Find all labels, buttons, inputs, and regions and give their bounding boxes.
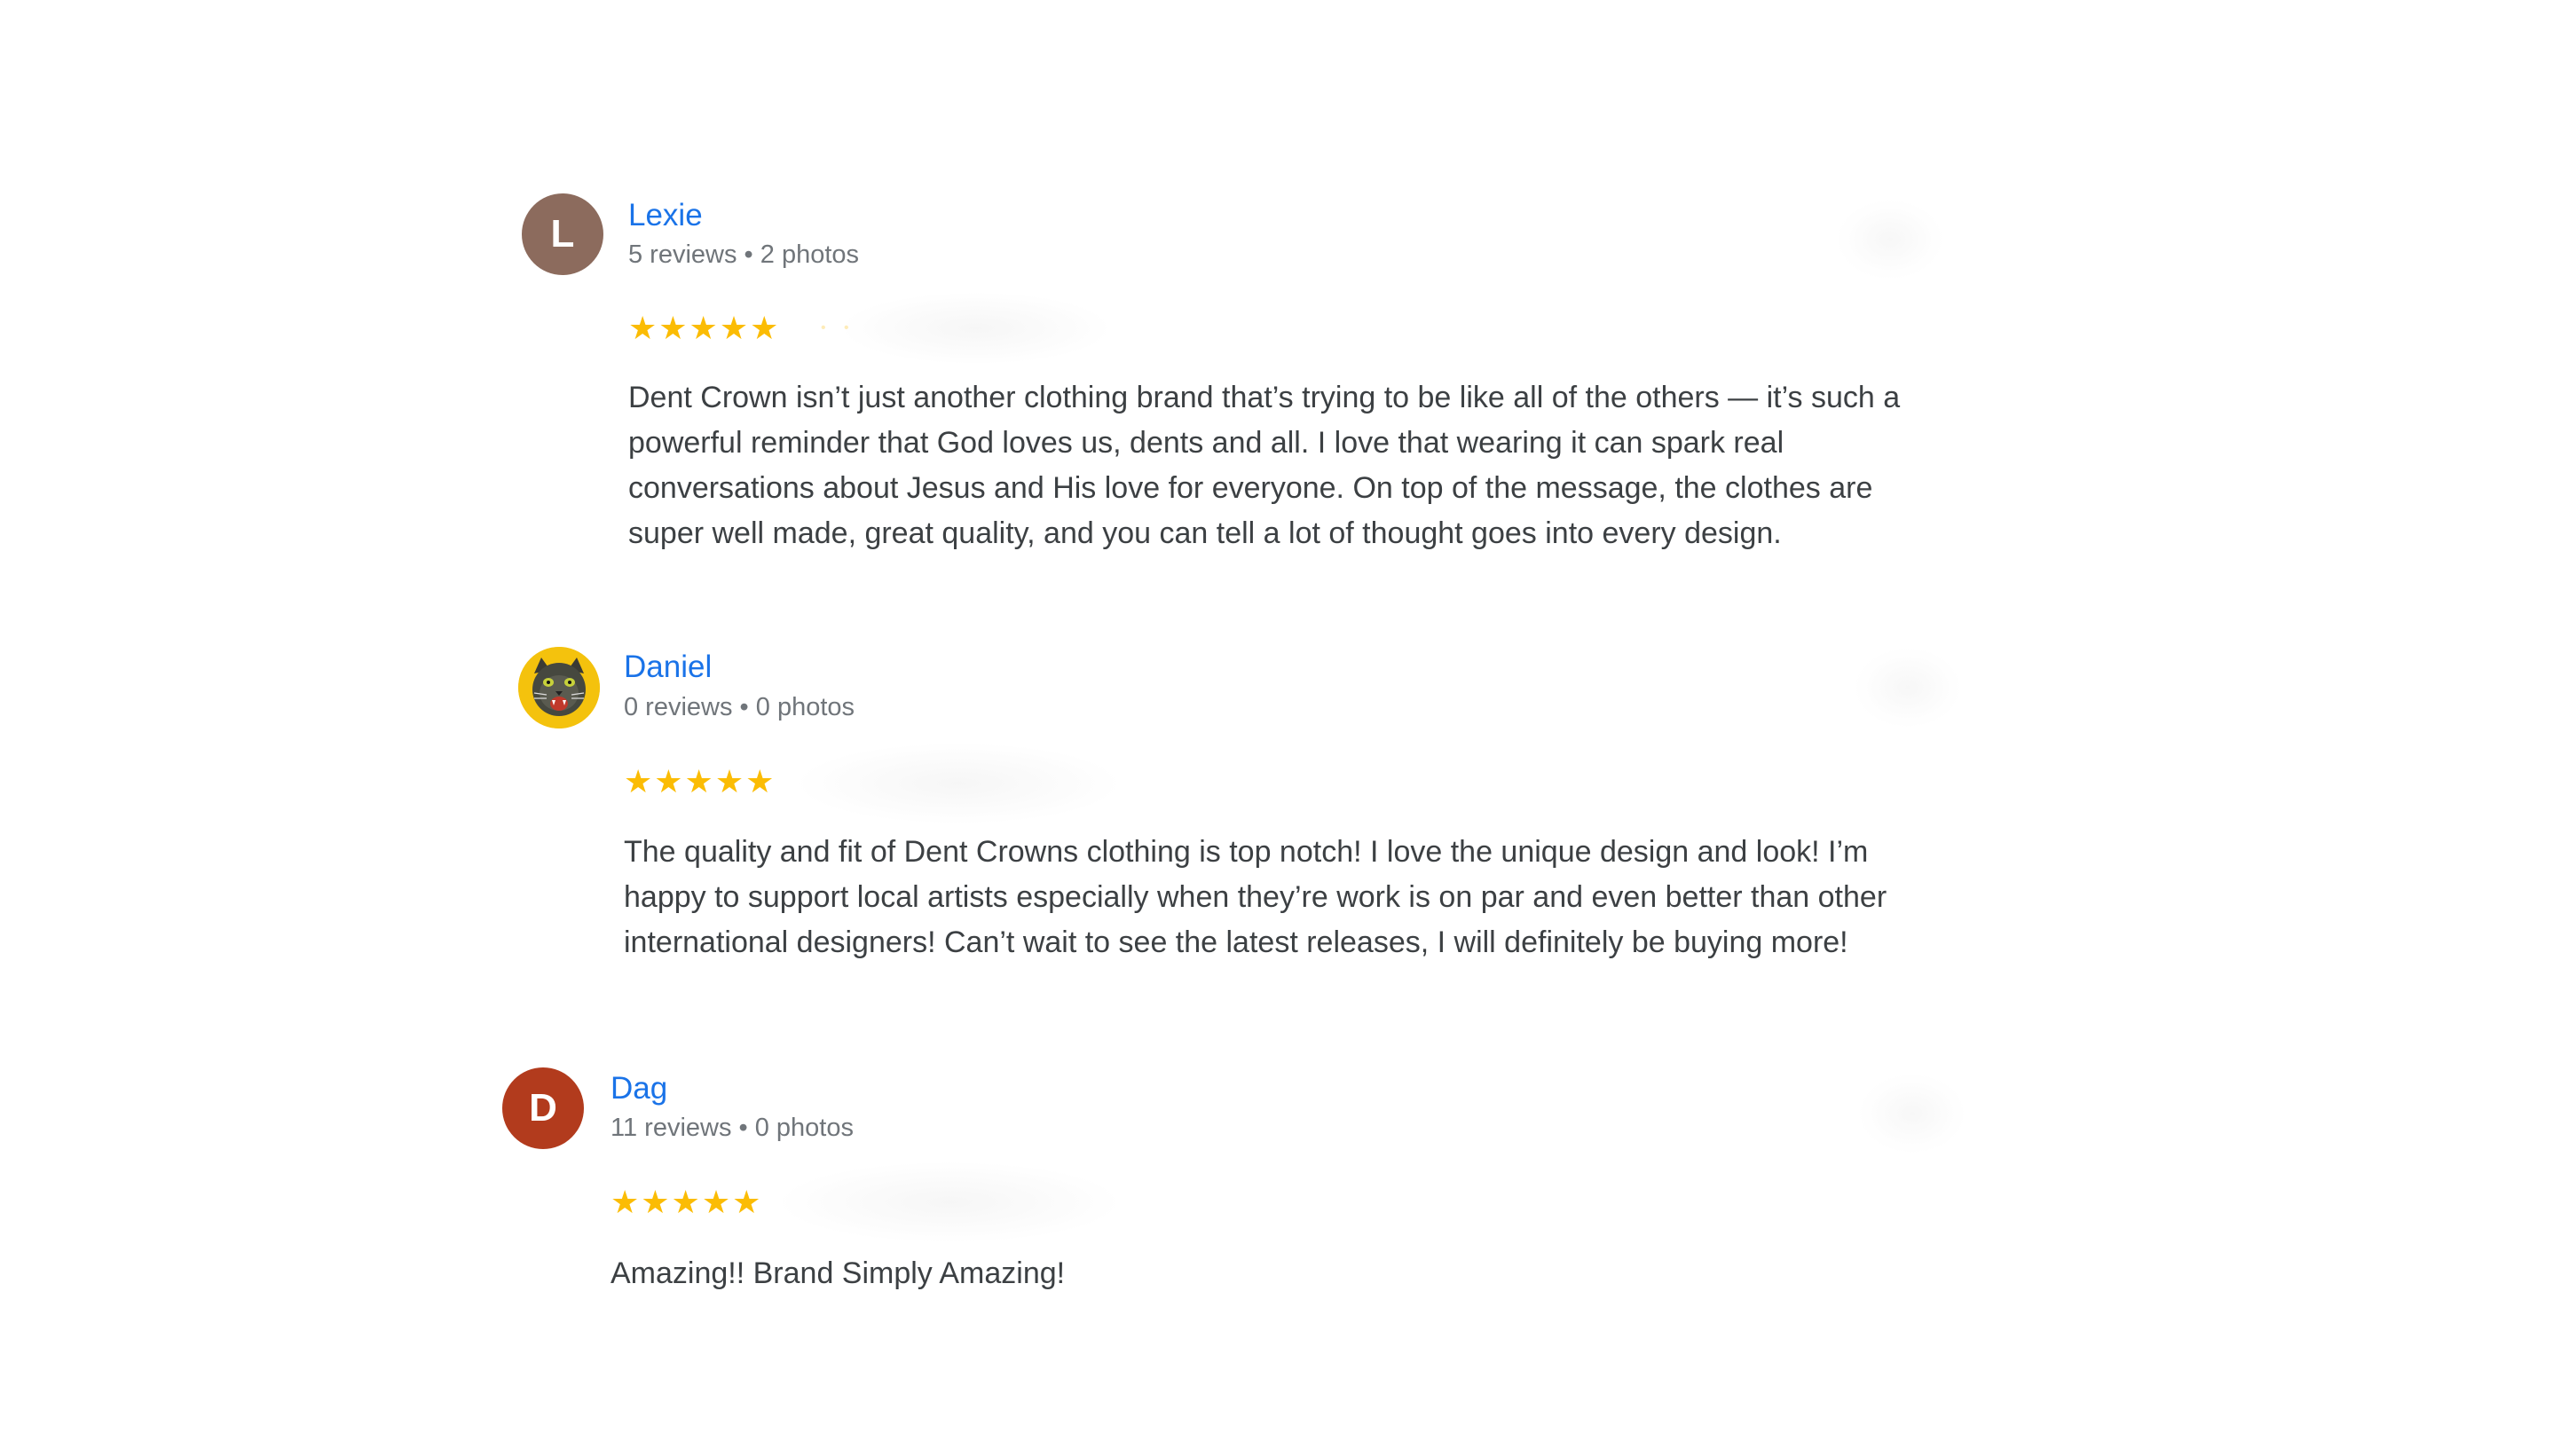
reviewer-name[interactable]: Lexie	[628, 197, 703, 234]
rating-date-placeholder: • •	[821, 320, 856, 335]
more-options-icon[interactable]	[1855, 648, 1961, 728]
rating-date-ghost	[781, 1162, 1118, 1242]
more-options-icon[interactable]	[1837, 200, 1943, 280]
review-text: Amazing!! Brand Simply Amazing!	[611, 1256, 1066, 1290]
review-text: Dent Crown isn’t just another clothing b…	[628, 381, 1901, 550]
reviewer-meta: 11 reviews • 0 photos	[611, 1114, 854, 1142]
review-text: The quality and fit of Dent Crowns cloth…	[624, 835, 1887, 959]
avatar[interactable]	[518, 647, 600, 728]
reviewer-name[interactable]: Daniel	[624, 649, 712, 686]
star-rating: ★★★★★	[624, 763, 776, 799]
reviewer-meta: 5 reviews • 2 photos	[628, 240, 860, 269]
avatar-initial: D	[529, 1086, 557, 1130]
star-rating: ★★★★★	[628, 310, 781, 346]
avatar-initial: L	[550, 212, 575, 256]
rating-date-ghost	[843, 293, 1109, 364]
more-options-icon[interactable]	[1859, 1074, 1965, 1154]
rating-date-ghost	[799, 744, 1118, 823]
cat-face-icon	[518, 647, 600, 728]
reviewer-meta: 0 reviews • 0 photos	[624, 693, 855, 721]
avatar[interactable]: D	[502, 1067, 584, 1149]
reviewer-name[interactable]: Dag	[611, 1070, 667, 1107]
avatar[interactable]: L	[522, 193, 603, 275]
star-rating: ★★★★★	[611, 1184, 763, 1220]
